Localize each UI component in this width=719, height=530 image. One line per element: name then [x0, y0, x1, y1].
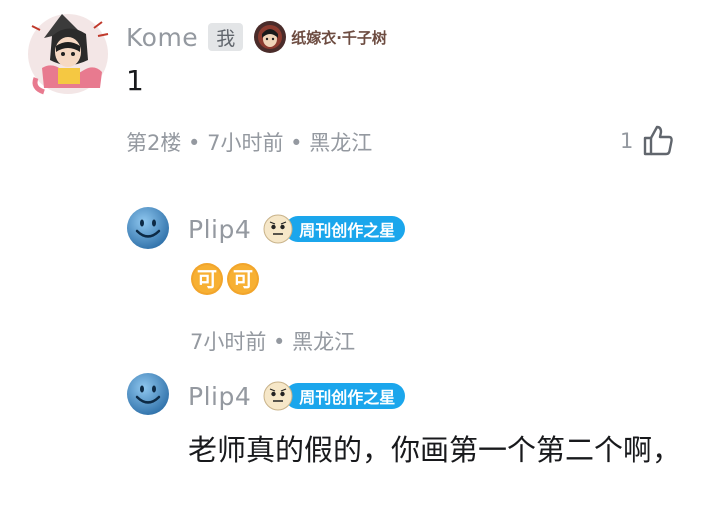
reply-content: 老师真的假的，你画第一个第二个啊， — [188, 433, 682, 467]
emote-char: 可 — [197, 267, 217, 291]
main-comment-header: Kome 我 纸嫁衣·千子树 — [126, 20, 387, 54]
badge-face-icon — [263, 381, 293, 411]
fan-badge-icon — [254, 21, 287, 53]
user-avatar-kome[interactable] — [22, 8, 114, 100]
me-badge: 我 — [208, 23, 244, 51]
thumbs-up-icon — [644, 125, 674, 156]
weekly-star-label: 周刊创作之星 — [285, 383, 406, 409]
username[interactable]: Plip4 — [188, 382, 251, 411]
user-avatar-plip4[interactable] — [126, 206, 170, 250]
reply-header: Plip4 周刊创作之星 — [188, 214, 406, 244]
fan-badge-label: 纸嫁衣·千子树 — [291, 28, 387, 47]
weekly-star-badge[interactable]: 周刊创作之星 — [263, 381, 406, 411]
fan-badge[interactable]: 纸嫁衣·千子树 — [253, 20, 387, 54]
username[interactable]: Plip4 — [188, 215, 251, 244]
ke-emote-icon: 可 — [190, 262, 224, 296]
comment-content: 1 — [126, 64, 144, 97]
reply-meta: 7小时前 • 黑龙江 — [190, 330, 356, 354]
weekly-star-badge[interactable]: 周刊创作之星 — [263, 214, 406, 244]
reply-header: Plip4 周刊创作之星 — [188, 381, 406, 411]
comment-meta: 第2楼 • 7小时前 • 黑龙江 — [126, 131, 373, 155]
like-button[interactable]: 1 — [620, 124, 675, 158]
emote-char: 可 — [233, 267, 253, 291]
comment-thread: Kome 我 纸嫁衣·千子树 1 第2楼 • 7小时前 • 黑龙江 1 Plip… — [0, 0, 719, 530]
like-count: 1 — [620, 129, 634, 153]
username[interactable]: Kome — [126, 23, 198, 52]
weekly-star-label: 周刊创作之星 — [285, 216, 406, 242]
user-avatar-plip4[interactable] — [126, 372, 170, 416]
ke-emote-icon: 可 — [226, 262, 260, 296]
badge-face-icon — [263, 214, 293, 244]
reply-emotes: 可 可 — [190, 262, 260, 296]
